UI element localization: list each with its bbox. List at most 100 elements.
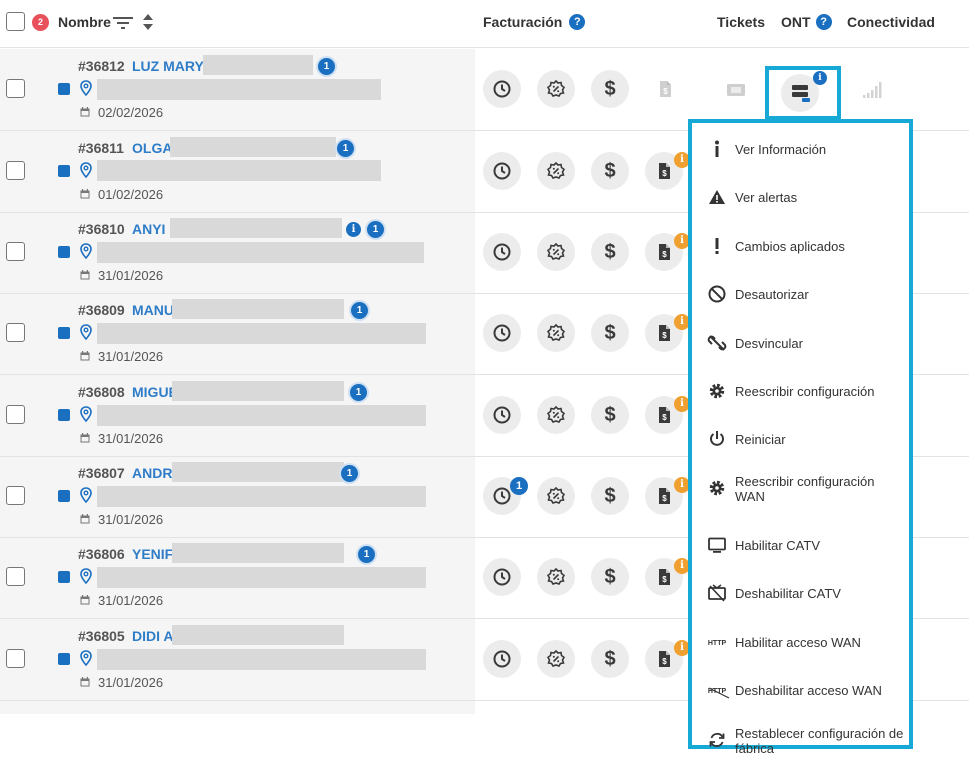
history-button[interactable] <box>483 396 521 434</box>
tv-off-icon <box>707 583 727 603</box>
menu-item-power[interactable]: Reiniciar <box>692 419 909 459</box>
menu-item-reset[interactable]: Restablecer configuración de fábrica <box>692 720 909 757</box>
ont-actions-menu: Ver Información Ver alertas Cambios aplica… <box>688 119 913 756</box>
row-checkbox[interactable] <box>6 649 25 668</box>
info-icon <box>707 139 727 159</box>
select-all-checkbox[interactable] <box>6 12 25 31</box>
ticket-icon[interactable] <box>726 82 746 98</box>
history-button[interactable] <box>483 152 521 190</box>
info-badge[interactable]: i <box>346 222 361 237</box>
menu-item-gear[interactable]: Reescribir configuración <box>692 371 909 411</box>
history-button[interactable] <box>483 640 521 678</box>
column-nombre[interactable]: Nombre <box>58 14 111 30</box>
customer-name-link[interactable]: MIGUE <box>132 384 178 400</box>
payment-button[interactable]: $ <box>591 640 629 678</box>
verified-badge: 1 <box>367 221 384 238</box>
menu-item-label: Desautorizar <box>735 287 809 302</box>
payment-button[interactable]: $ <box>591 558 629 596</box>
redacted-address <box>97 323 426 344</box>
customer-id: #36807 <box>78 465 125 481</box>
dollar-icon: $ <box>604 160 616 182</box>
help-icon[interactable]: ? <box>815 14 832 30</box>
customer-name-link[interactable]: MANU <box>132 302 174 318</box>
status-indicator <box>58 327 70 339</box>
row-checkbox[interactable] <box>6 79 25 98</box>
menu-item-tv[interactable]: Habilitar CATV <box>692 525 909 565</box>
discount-button[interactable] <box>537 314 575 352</box>
menu-item-unlink[interactable]: Desvincular <box>692 323 909 363</box>
location-pin-icon <box>80 324 92 340</box>
ont-cell-highlight[interactable]: i <box>765 66 841 120</box>
history-button[interactable] <box>483 314 521 352</box>
menu-item-warning[interactable]: Ver alertas <box>692 177 909 217</box>
menu-item-tv-off[interactable]: Deshabilitar CATV <box>692 573 909 613</box>
redacted-address <box>97 160 381 181</box>
svg-text:$: $ <box>662 250 667 259</box>
discount-button[interactable] <box>537 152 575 190</box>
history-button[interactable] <box>483 70 521 108</box>
column-conectividad: Conectividad <box>847 14 935 30</box>
discount-button[interactable] <box>537 233 575 271</box>
svg-text:$: $ <box>662 413 667 422</box>
discount-button[interactable] <box>537 396 575 434</box>
row-checkbox[interactable] <box>6 242 25 261</box>
menu-item-gear[interactable]: Reescribir configuración WAN <box>692 468 909 508</box>
calendar-icon <box>80 595 90 605</box>
filter-icon[interactable] <box>113 15 133 31</box>
svg-text:$: $ <box>662 169 667 178</box>
redacted-name <box>170 137 336 157</box>
menu-item-http[interactable]: HTTP Habilitar acceso WAN <box>692 622 909 662</box>
history-button[interactable] <box>483 233 521 271</box>
menu-item-block[interactable]: Desautorizar <box>692 274 909 314</box>
menu-item-exclamation[interactable]: Cambios aplicados <box>692 226 909 266</box>
calendar-icon <box>80 433 90 443</box>
invoice-icon[interactable]: $ <box>655 79 675 104</box>
calendar-icon <box>80 270 90 280</box>
redacted-name <box>170 218 342 238</box>
payment-button[interactable]: $ <box>591 314 629 352</box>
row-checkbox[interactable] <box>6 323 25 342</box>
sort-icon[interactable] <box>142 13 154 31</box>
menu-item-label: Desvincular <box>735 336 803 351</box>
redacted-address <box>97 79 381 100</box>
row-checkbox[interactable] <box>6 161 25 180</box>
payment-button[interactable]: $ <box>591 396 629 434</box>
dollar-icon: $ <box>604 241 616 263</box>
history-count-badge: 1 <box>510 477 528 495</box>
history-button[interactable] <box>483 558 521 596</box>
payment-button[interactable]: $ <box>591 233 629 271</box>
status-indicator <box>58 571 70 583</box>
row-checkbox[interactable] <box>6 567 25 586</box>
customer-name-link[interactable]: OLGA <box>132 140 172 156</box>
customer-name-link[interactable]: LUZ MARY <box>132 58 204 74</box>
payment-button[interactable]: $ <box>591 477 629 515</box>
verified-badge: 1 <box>318 58 335 75</box>
menu-item-info[interactable]: Ver Información <box>692 129 909 169</box>
dollar-icon: $ <box>604 648 616 670</box>
row-checkbox[interactable] <box>6 405 25 424</box>
redacted-name <box>172 299 344 319</box>
location-pin-icon <box>80 406 92 422</box>
redacted-name <box>172 543 344 563</box>
svg-text:$: $ <box>662 575 667 584</box>
redacted-name <box>203 55 313 75</box>
discount-button[interactable] <box>537 477 575 515</box>
verified-badge: 1 <box>358 546 375 563</box>
customer-name-link[interactable]: ANYI I <box>132 221 173 237</box>
table-header: 2 Nombre Facturación? Tickets ONT? Conec… <box>0 0 969 48</box>
menu-item-http-off[interactable]: HTTP Deshabilitar acceso WAN <box>692 670 909 710</box>
calendar-icon <box>80 677 90 687</box>
customer-name-link[interactable]: ANDRI <box>132 465 176 481</box>
payment-button[interactable]: $ <box>591 70 629 108</box>
created-date: 31/01/2026 <box>98 431 164 446</box>
customer-name-link[interactable]: YENIF <box>132 546 173 562</box>
unlink-icon <box>707 333 727 353</box>
discount-button[interactable] <box>537 640 575 678</box>
discount-button[interactable] <box>537 558 575 596</box>
discount-button[interactable] <box>537 70 575 108</box>
payment-button[interactable]: $ <box>591 152 629 190</box>
help-icon[interactable]: ? <box>569 14 586 30</box>
menu-item-label: Reiniciar <box>735 432 786 447</box>
row-checkbox[interactable] <box>6 486 25 505</box>
customer-name-link[interactable]: DIDI A <box>132 628 173 644</box>
